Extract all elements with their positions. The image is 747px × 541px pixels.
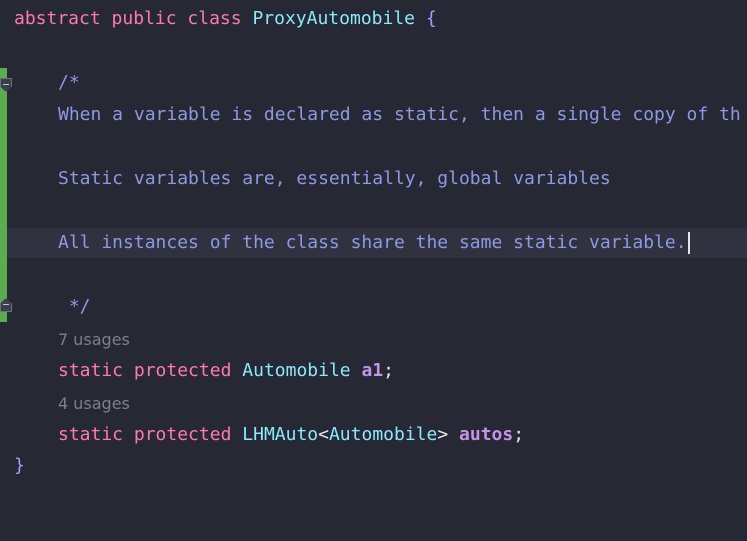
keyword-protected: protected [133,424,232,445]
field-name-autos: autos [459,424,514,445]
close-brace[interactable]: } [14,451,25,481]
keyword-static: static [58,360,124,381]
generic-close: > [437,424,449,445]
comment-line-3-text: All instances of the class share the sam… [58,232,687,253]
comment-open-line[interactable]: /* [58,68,80,98]
keyword-abstract: abstract [14,8,101,29]
usages-hint-autos[interactable]: 4 usages [58,389,130,419]
type-automobile: Automobile [328,424,438,445]
code-editor[interactable]: abstract public class ProxyAutomobile { … [0,0,747,541]
keyword-public: public [111,8,177,29]
keyword-static: static [58,424,124,445]
type-lhmauto: LHMAuto [242,424,319,445]
semicolon: ; [383,360,395,381]
type-automobile: Automobile [242,360,351,381]
class-declaration-line[interactable]: abstract public class ProxyAutomobile { [14,4,437,34]
vcs-change-marker[interactable] [0,68,7,322]
comment-line-3[interactable]: All instances of the class share the sam… [58,228,690,258]
field-autos-line[interactable]: static protected LHMAuto<Automobile> aut… [58,420,524,450]
keyword-class: class [187,8,242,29]
comment-close-line[interactable]: */ [58,292,91,322]
text-caret [687,232,690,254]
open-brace: { [425,8,437,29]
keyword-protected: protected [133,360,232,381]
comment-line-1[interactable]: When a variable is declared as static, t… [58,100,741,130]
comment-line-2[interactable]: Static variables are, essentially, globa… [58,164,611,194]
usages-hint-a1[interactable]: 7 usages [58,325,130,355]
generic-open: < [318,424,329,445]
field-a1-line[interactable]: static protected Automobile a1; [58,356,394,386]
class-name: ProxyAutomobile [252,8,416,29]
semicolon: ; [513,424,525,445]
field-name-a1: a1 [361,360,384,381]
